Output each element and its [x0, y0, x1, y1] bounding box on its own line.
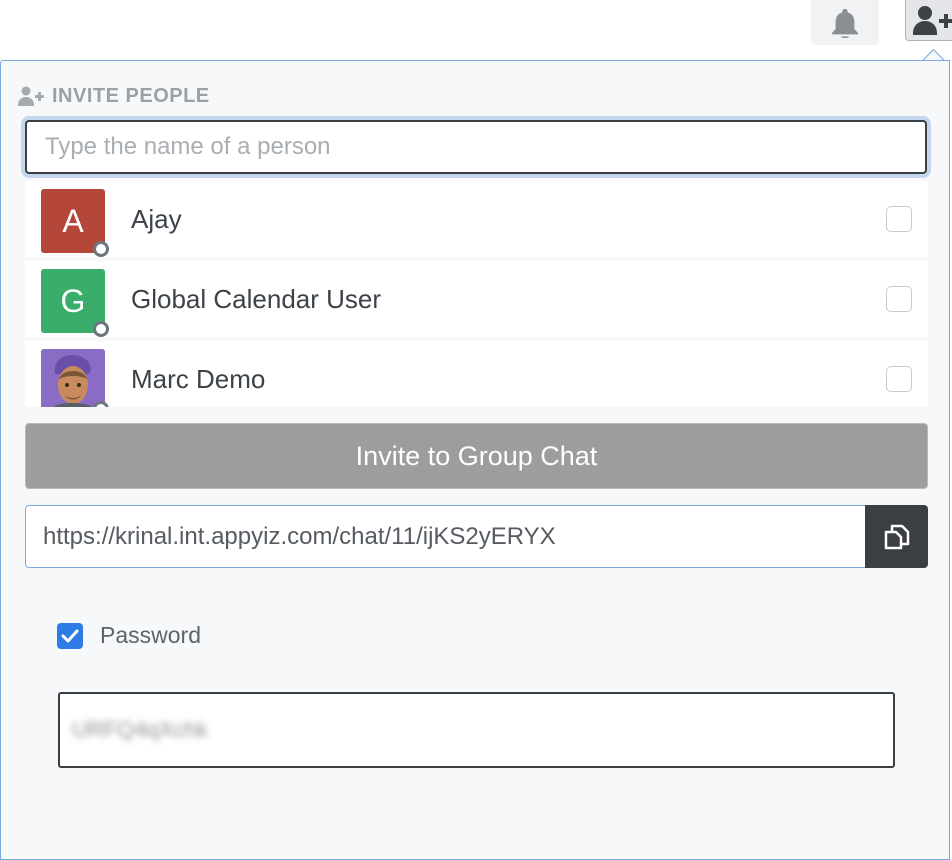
select-person-checkbox[interactable]: [886, 366, 912, 392]
list-item[interactable]: G Global Calendar User: [25, 261, 928, 337]
avatar-initial: G: [60, 282, 86, 319]
bell-icon: [832, 8, 858, 38]
password-value: URFQ4qXchk: [72, 717, 208, 742]
user-plus-icon: [913, 6, 952, 35]
checkmark-icon: [61, 629, 79, 642]
copy-icon: [884, 524, 909, 549]
avatar: A: [41, 189, 109, 257]
person-name: Global Calendar User: [131, 283, 382, 314]
popover-title: INVITE PEOPLE: [52, 84, 210, 107]
user-plus-icon: [18, 86, 44, 106]
copy-link-button[interactable]: [865, 505, 928, 568]
avatar-photo: [41, 349, 105, 407]
invite-popover: INVITE PEOPLE A Ajay G Global Calendar U…: [0, 60, 950, 860]
password-input[interactable]: URFQ4qXchk: [58, 692, 895, 768]
person-name: Marc Demo: [131, 363, 266, 394]
popover-header: INVITE PEOPLE: [18, 84, 210, 108]
person-search-input[interactable]: [25, 120, 927, 174]
password-option: Password: [57, 622, 201, 649]
status-dot: [93, 241, 109, 257]
avatar: G: [41, 269, 109, 337]
select-person-checkbox[interactable]: [886, 206, 912, 232]
password-label: Password: [100, 622, 201, 648]
password-checkbox[interactable]: [57, 622, 83, 649]
list-item[interactable]: A Ajay: [25, 181, 928, 257]
avatar-initial: A: [62, 202, 84, 239]
person-name: Ajay: [131, 203, 182, 234]
avatar: [41, 349, 109, 407]
status-dot: [93, 401, 109, 407]
list-item[interactable]: Marc Demo: [25, 341, 928, 407]
invite-to-group-chat-button[interactable]: Invite to Group Chat: [25, 423, 928, 489]
people-list[interactable]: A Ajay G Global Calendar User Marc Demo: [25, 181, 928, 407]
notifications-button[interactable]: [811, 0, 879, 45]
invite-people-toggle[interactable]: [905, 0, 952, 41]
status-dot: [93, 321, 109, 337]
invite-link-group: https://krinal.int.appyiz.com/chat/11/ij…: [25, 505, 928, 568]
select-person-checkbox[interactable]: [886, 286, 912, 312]
invite-link-field[interactable]: https://krinal.int.appyiz.com/chat/11/ij…: [25, 505, 865, 568]
